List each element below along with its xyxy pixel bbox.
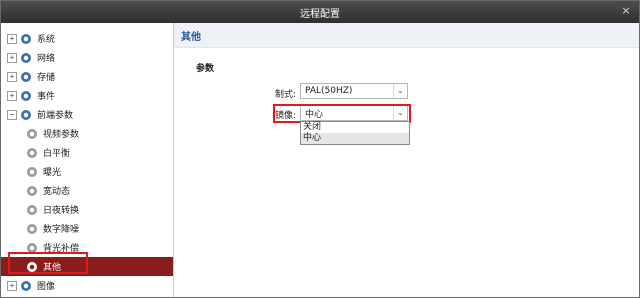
main-panel: 其他 参数 制式: PAL(50HZ) ⌄ 镜像: 中心 ⌄ 关闭 中心 bbox=[174, 23, 639, 297]
gear-icon bbox=[27, 147, 37, 158]
sidebar-item-label: 系统 bbox=[37, 35, 56, 45]
sidebar-item-label: 网络 bbox=[37, 54, 56, 64]
sidebar-item-label: 前端参数 bbox=[37, 111, 74, 121]
sidebar-item-image[interactable]: + 图像 bbox=[1, 276, 173, 295]
sidebar-item-day-night[interactable]: 日夜转换 bbox=[1, 200, 173, 219]
sidebar-item-label: 曝光 bbox=[43, 168, 62, 178]
expand-icon[interactable]: + bbox=[7, 33, 17, 44]
sidebar-item-white-balance[interactable]: 白平衡 bbox=[1, 143, 173, 162]
sidebar-item-backlight[interactable]: 背光补偿 bbox=[1, 238, 173, 257]
standard-value: PAL(50HZ) bbox=[305, 86, 353, 96]
gear-icon bbox=[21, 71, 31, 82]
gear-icon bbox=[27, 185, 37, 196]
expand-icon[interactable]: + bbox=[7, 280, 17, 291]
close-icon[interactable]: × bbox=[619, 4, 633, 18]
gear-icon bbox=[21, 52, 31, 63]
collapse-icon[interactable]: − bbox=[7, 109, 17, 120]
sidebar-item-label: 背光补偿 bbox=[43, 244, 80, 254]
gear-icon bbox=[21, 33, 31, 44]
sidebar-item-wdr[interactable]: 宽动态 bbox=[1, 181, 173, 200]
gear-icon bbox=[27, 166, 37, 177]
gear-icon bbox=[27, 204, 37, 215]
gear-icon bbox=[21, 280, 31, 291]
sidebar-item-label: 事件 bbox=[37, 92, 56, 102]
standard-label: 制式: bbox=[274, 90, 296, 100]
sidebar-item-network[interactable]: + 网络 bbox=[1, 48, 173, 67]
sidebar-item-label: 日夜转换 bbox=[43, 206, 80, 216]
sidebar-item-other[interactable]: 其他 bbox=[1, 257, 173, 276]
remote-config-window: 远程配置 × + 系统 + 网络 + 存储 + 事件 − 前端参数 视频参数 白… bbox=[0, 0, 640, 298]
gear-icon bbox=[21, 109, 31, 120]
sidebar-item-label: 图像 bbox=[37, 282, 56, 292]
sidebar-item-label: 其他 bbox=[43, 263, 62, 273]
title-bar: 远程配置 × bbox=[1, 1, 639, 23]
group-title: 参数 bbox=[196, 64, 215, 74]
mirror-dropdown-list: 关闭 中心 bbox=[300, 121, 410, 145]
chevron-down-icon[interactable]: ⌄ bbox=[393, 84, 407, 98]
window-title: 远程配置 bbox=[300, 8, 340, 20]
standard-select[interactable]: PAL(50HZ) ⌄ bbox=[300, 83, 408, 99]
gear-icon bbox=[27, 223, 37, 234]
sidebar-item-label: 宽动态 bbox=[43, 187, 71, 197]
mirror-value: 中心 bbox=[305, 109, 324, 120]
gear-icon bbox=[27, 261, 37, 272]
sidebar-item-label: 白平衡 bbox=[43, 149, 71, 159]
section-title: 其他 bbox=[174, 23, 639, 48]
sidebar-item-frontend-params[interactable]: − 前端参数 bbox=[1, 105, 173, 124]
expand-icon[interactable]: + bbox=[7, 90, 17, 101]
dropdown-option-off[interactable]: 关闭 bbox=[301, 122, 409, 133]
expand-icon[interactable]: + bbox=[7, 52, 17, 63]
sidebar-item-label: 数字降噪 bbox=[43, 225, 80, 235]
gear-icon bbox=[27, 242, 37, 253]
expand-icon[interactable]: + bbox=[7, 71, 17, 82]
sidebar-item-video-params[interactable]: 视频参数 bbox=[1, 124, 173, 143]
gear-icon bbox=[27, 128, 37, 139]
chevron-down-icon[interactable]: ⌄ bbox=[393, 106, 407, 120]
sidebar-item-system[interactable]: + 系统 bbox=[1, 29, 173, 48]
sidebar-item-storage[interactable]: + 存储 bbox=[1, 67, 173, 86]
sidebar: + 系统 + 网络 + 存储 + 事件 − 前端参数 视频参数 白平衡 曝光 宽… bbox=[1, 23, 174, 297]
sidebar-item-exposure[interactable]: 曝光 bbox=[1, 162, 173, 181]
dropdown-option-center[interactable]: 中心 bbox=[301, 133, 409, 144]
sidebar-item-noise-reduction[interactable]: 数字降噪 bbox=[1, 219, 173, 238]
sidebar-item-event[interactable]: + 事件 bbox=[1, 86, 173, 105]
mirror-select[interactable]: 中心 ⌄ bbox=[300, 105, 408, 121]
gear-icon bbox=[21, 90, 31, 101]
sidebar-item-label: 存储 bbox=[37, 73, 56, 83]
mirror-label: 镜像: bbox=[274, 111, 296, 121]
sidebar-item-label: 视频参数 bbox=[43, 130, 80, 140]
